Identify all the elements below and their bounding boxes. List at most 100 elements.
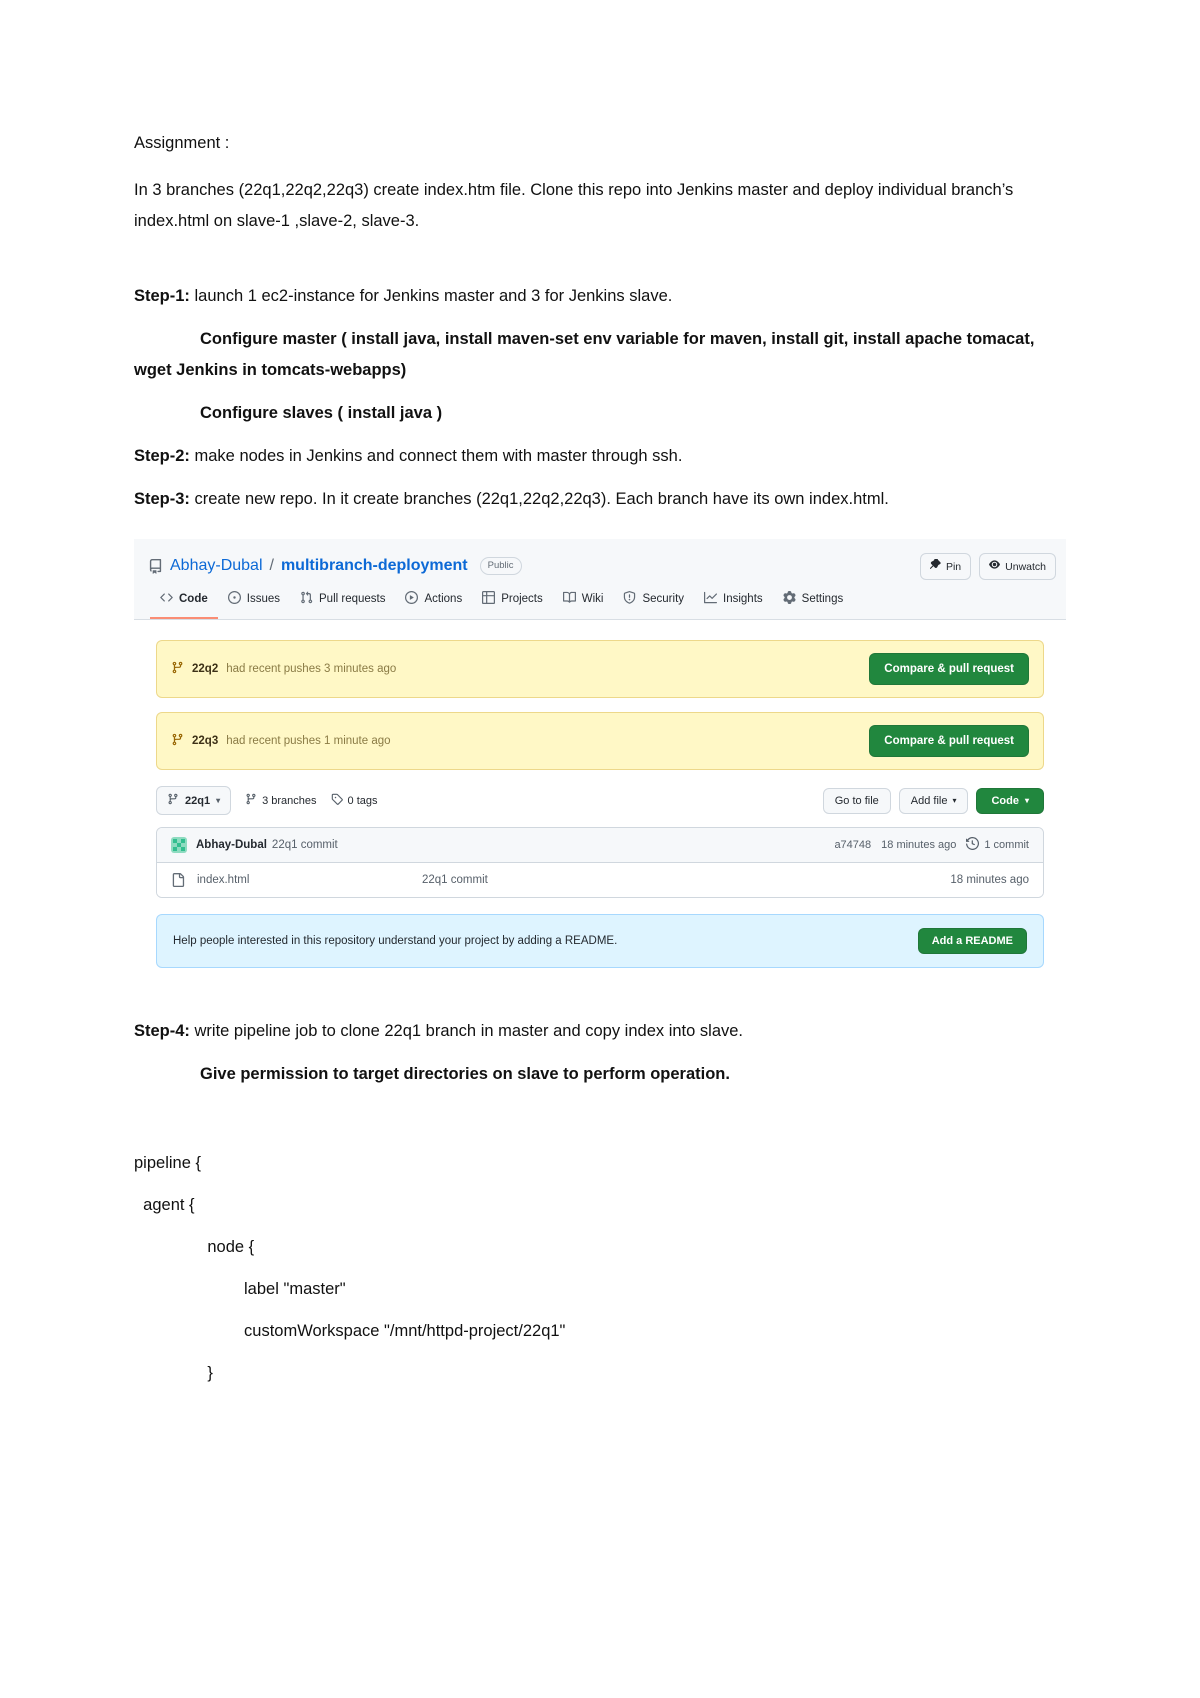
github-header: Abhay-Dubal / multibranch-deployment Pub… [134,539,1066,620]
tab-insights[interactable]: Insights [694,585,773,619]
pin-icon [929,557,941,574]
permission-note: Give permission to target directories on… [200,1065,730,1083]
branch-selector[interactable]: 22q1 ▾ [156,786,232,815]
code-line: agent { [134,1196,195,1214]
branches-count-link[interactable]: 3 branches [245,793,317,808]
tab-wiki-label: Wiki [581,593,604,605]
repo-content: 22q2 had recent pushes 3 minutes ago Com… [134,620,1066,986]
toolbar-actions: Go to file Add file ▾ Code ▾ [822,787,1044,814]
commit-author[interactable]: Abhay-Dubal [196,839,267,851]
notice-text: had recent pushes 3 minutes ago [226,663,397,675]
pin-button-label: Pin [945,560,962,573]
repo-nav-tabs: Code Issues Pull requests Actions Projec… [148,585,1052,619]
commit-message[interactable]: 22q1 commit [272,839,338,851]
compare-pull-request-button[interactable]: Compare & pull request [869,725,1029,757]
tags-count-label: 0 tags [347,794,378,807]
repo-icon [148,558,163,574]
repo-separator: / [269,557,274,574]
step-1-text: launch 1 ec2-instance for Jenkins master… [189,287,673,305]
tab-issues-label: Issues [246,593,280,605]
step-2: Step-2: make nodes in Jenkins and connec… [134,441,1066,472]
notice-message: 22q3 had recent pushes 1 minute ago [171,733,391,749]
tab-pull-requests[interactable]: Pull requests [290,585,395,619]
gear-icon [783,591,796,607]
step-4-label: Step-4: [134,1022,190,1040]
repo-visibility-badge: Public [479,557,522,575]
eye-icon [989,559,1001,574]
shield-icon [623,591,636,607]
code-line: pipeline { [134,1154,201,1172]
document-body: Assignment : In 3 branches (22q1,22q2,22… [134,128,1066,1394]
tab-wiki[interactable]: Wiki [553,585,614,619]
step-3: Step-3: create new repo. In it create br… [134,484,1066,515]
readme-prompt-text: Help people interested in this repositor… [173,935,618,947]
code-line: node { [134,1238,255,1256]
step-4-text: write pipeline job to clone 22q1 branch … [189,1022,744,1040]
unwatch-button[interactable]: Unwatch [979,553,1056,580]
code-download-button[interactable]: Code ▾ [976,787,1044,814]
tab-actions[interactable]: Actions [395,585,472,619]
repo-name-link[interactable]: multibranch-deployment [281,557,468,575]
commit-time: 18 minutes ago [881,839,957,851]
git-branch-icon [167,793,179,808]
code-line: } [134,1364,213,1382]
notice-text: had recent pushes 1 minute ago [226,735,391,747]
latest-commit-row: Abhay-Dubal 22q1 commit a74748 18 minute… [157,828,1043,863]
tab-code-label: Code [179,593,208,605]
repo-file-toolbar: 22q1 ▾ 3 branches 0 tags Go to file Add … [156,786,1044,815]
repo-header-actions: Pin Unwatch [919,553,1056,580]
chevron-down-icon: ▾ [216,796,221,805]
readme-prompt-box: Help people interested in this repositor… [156,914,1044,968]
commit-sha[interactable]: a74748 [834,839,871,851]
step-3-text: create new repo. In it create branches (… [189,490,889,508]
branch-push-notice: 22q3 had recent pushes 1 minute ago Comp… [156,712,1044,770]
go-to-file-button[interactable]: Go to file [822,787,891,814]
pin-button[interactable]: Pin [919,553,972,580]
notice-branch-name: 22q3 [192,735,219,747]
add-readme-button[interactable]: Add a README [917,928,1027,954]
commit-count-label: 1 commit [984,839,1029,851]
play-icon [405,591,419,607]
tab-security[interactable]: Security [613,585,694,619]
file-listing-box: Abhay-Dubal 22q1 commit a74748 18 minute… [156,827,1044,898]
step-1: Step-1: launch 1 ec2-instance for Jenkin… [134,281,1066,312]
file-name-link[interactable]: index.html [197,874,422,886]
tag-icon [331,793,343,808]
branch-push-notice: 22q2 had recent pushes 3 minutes ago Com… [156,640,1044,698]
branches-count-label: 3 branches [262,794,317,807]
commit-meta: a74748 18 minutes ago 1 commit [834,836,1029,853]
history-icon [966,836,980,853]
step-2-text: make nodes in Jenkins and connect them w… [189,447,683,465]
tags-count-link[interactable]: 0 tags [331,793,378,808]
step-3-label: Step-3: [134,490,190,508]
add-file-button[interactable]: Add file ▾ [898,787,969,814]
code-button-label: Code [991,794,1019,807]
tab-projects[interactable]: Projects [472,585,553,619]
file-commit-time: 18 minutes ago [950,874,1029,886]
tab-code[interactable]: Code [150,585,218,619]
tab-issues[interactable]: Issues [218,585,290,619]
assignment-intro: In 3 branches (22q1,22q2,22q3) create in… [134,181,1014,230]
file-commit-message[interactable]: 22q1 commit [422,874,950,886]
code-line: customWorkspace "/mnt/httpd-project/22q1… [134,1322,566,1340]
unwatch-button-label: Unwatch [1005,560,1046,573]
chevron-down-icon: ▾ [952,796,957,805]
code-line: label "master" [134,1280,346,1298]
notice-message: 22q2 had recent pushes 3 minutes ago [171,661,396,677]
tab-insights-label: Insights [723,593,763,605]
git-branch-icon [171,733,184,749]
table-icon [482,591,496,607]
git-branch-icon [171,661,184,677]
tab-security-label: Security [642,593,685,605]
tab-settings[interactable]: Settings [773,585,854,619]
issue-opened-icon [227,591,241,607]
compare-pull-request-button[interactable]: Compare & pull request [869,653,1029,685]
git-branch-icon [245,793,257,808]
notice-branch-name: 22q2 [192,663,219,675]
graph-icon [704,591,718,607]
step-4: Step-4: write pipeline job to clone 22q1… [134,1016,1066,1047]
tab-projects-label: Projects [501,593,543,605]
commit-count-link[interactable]: 1 commit [966,836,1029,853]
tab-settings-label: Settings [801,593,844,605]
repo-owner-link[interactable]: Abhay-Dubal [170,557,263,575]
